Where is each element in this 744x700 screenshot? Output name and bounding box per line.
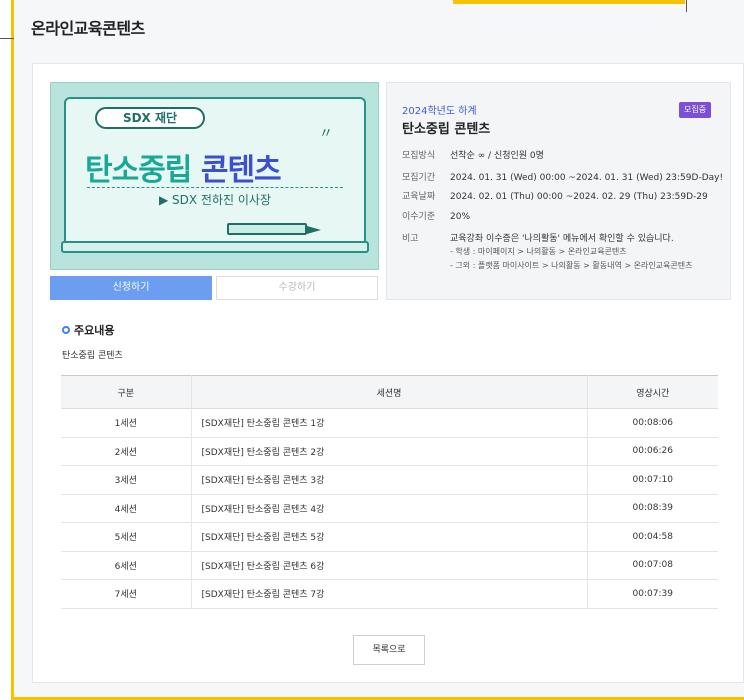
highlight-callout <box>453 0 685 4</box>
info-row-recruit-method: 모집방식 선착순 ∞ / 신청인원 0명 <box>402 148 544 161</box>
thumbnail-ledge <box>61 241 369 253</box>
session-name[interactable]: [SDX재단] 탄소중립 콘텐츠 7강 <box>191 579 588 609</box>
info-label: 비고 <box>402 234 419 244</box>
session-name[interactable]: [SDX재단] 탄소중립 콘텐츠 1강 <box>191 408 588 438</box>
video-time: 00:07:39 <box>587 579 718 609</box>
table-header-row: 구분 세션명 영상시간 <box>61 375 718 409</box>
info-row-recruit-period: 모집기간 2024. 01. 31 (Wed) 00:00 ~2024. 01. … <box>402 170 723 183</box>
session-number: 3세션 <box>61 465 192 495</box>
status-badge: 모집중 <box>679 102 712 118</box>
info-value: 교육강좌 이수증은 '나의활동' 메뉴에서 확인할 수 있습니다. <box>450 234 674 244</box>
video-time: 00:04:58 <box>587 522 718 552</box>
header-session-name: 세션명 <box>191 375 588 409</box>
course-title: 탄소중립 콘텐츠 <box>402 122 491 137</box>
session-number: 2세션 <box>61 437 192 466</box>
info-label: 모집기간 <box>402 173 436 183</box>
apply-button[interactable]: 신청하기 <box>50 276 212 300</box>
info-value: 선착순 ∞ / 신청인원 0명 <box>450 151 544 161</box>
session-name[interactable]: [SDX재단] 탄소중립 콘텐츠 5강 <box>191 522 588 552</box>
session-name[interactable]: [SDX재단] 탄소중립 콘텐츠 6강 <box>191 551 588 580</box>
header-category: 구분 <box>61 375 192 409</box>
video-time: 00:08:39 <box>587 494 718 523</box>
course-thumbnail: SDX 재단 〃 탄소중립 콘텐츠 ▶ SDX 전하진 이사장 <box>50 82 379 270</box>
info-row-edu-date: 교육날짜 2024. 02. 01 (Thu) 00:00 ~2024. 02. … <box>402 189 708 202</box>
thumbnail-pill: SDX 재단 <box>95 107 205 129</box>
session-number: 4세션 <box>61 494 192 523</box>
info-row-completion: 이수기준 20% <box>402 209 470 222</box>
info-note-student: - 학생 : 마이페이지 > 나의활동 > 온라인교육콘텐츠 <box>450 247 627 256</box>
video-time: 00:08:06 <box>587 408 718 438</box>
divider-line <box>0 38 14 39</box>
table-row[interactable]: 2세션 [SDX재단] 탄소중립 콘텐츠 2강 00:06:26 <box>61 437 718 466</box>
info-value: 2024. 02. 01 (Thu) 00:00 ~2024. 02. 29 (… <box>450 192 708 202</box>
section-heading: 주요내용 <box>62 322 114 338</box>
session-table: 구분 세션명 영상시간 1세션 [SDX재단] 탄소중립 콘텐츠 1강 00:08:… <box>61 375 718 609</box>
session-name[interactable]: [SDX재단] 탄소중립 콘텐츠 4강 <box>191 494 588 523</box>
session-number: 5세션 <box>61 522 192 552</box>
page-title: 온라인교육콘텐츠 <box>31 19 145 38</box>
info-note-others: - 그외 : 플랫폼 마이사이트 > 나의활동 > 활동내역 > 온라인교육콘텐… <box>450 261 693 270</box>
info-label: 이수기준 <box>402 212 436 222</box>
table-row[interactable]: 4세션 [SDX재단] 탄소중립 콘텐츠 4강 00:08:39 <box>61 494 718 523</box>
session-name[interactable]: [SDX재단] 탄소중립 콘텐츠 2강 <box>191 437 588 466</box>
video-time: 00:07:10 <box>587 465 718 495</box>
take-course-button[interactable]: 수강하기 <box>216 276 378 300</box>
session-number: 1세션 <box>61 408 192 438</box>
table-row[interactable]: 1세션 [SDX재단] 탄소중립 콘텐츠 1강 00:08:06 <box>61 408 718 438</box>
spark-icon: 〃 <box>319 126 333 142</box>
thumbnail-title: 탄소중립 콘텐츠 <box>85 145 282 189</box>
session-number: 6세션 <box>61 551 192 580</box>
video-time: 00:07:08 <box>587 551 718 580</box>
video-time: 00:06:26 <box>587 437 718 466</box>
table-row[interactable]: 7세션 [SDX재단] 탄소중립 콘텐츠 7강 00:07:39 <box>61 579 718 609</box>
thumbnail-title-part2: 콘텐츠 <box>200 153 282 188</box>
info-value: 2024. 01. 31 (Wed) 00:00 ~2024. 01. 31 (… <box>450 173 724 183</box>
thumbnail-title-part1: 탄소중립 <box>85 153 192 188</box>
session-name[interactable]: [SDX재단] 탄소중립 콘텐츠 3강 <box>191 465 588 495</box>
thumbnail-dash <box>87 187 343 188</box>
course-year: 2024학년도 하계 <box>402 106 477 117</box>
divider-tick <box>686 0 687 12</box>
info-value: 20% <box>450 212 471 222</box>
circle-bullet-icon <box>62 326 70 334</box>
info-label: 모집방식 <box>402 151 436 161</box>
session-number: 7세션 <box>61 579 192 609</box>
section-heading-text: 주요내용 <box>74 324 115 337</box>
info-label: 교육날짜 <box>402 192 436 202</box>
section-subtitle: 탄소중립 콘텐츠 <box>62 351 123 361</box>
table-row[interactable]: 5세션 [SDX재단] 탄소중립 콘텐츠 5강 00:04:58 <box>61 522 718 552</box>
thumbnail-subtitle: ▶ SDX 전하진 이사장 <box>159 193 271 207</box>
info-row-remarks: 비고 교육강좌 이수증은 '나의활동' 메뉴에서 확인할 수 있습니다. <box>402 231 674 244</box>
marker-icon <box>227 223 321 235</box>
table-row[interactable]: 3세션 [SDX재단] 탄소중립 콘텐츠 3강 00:07:10 <box>61 465 718 495</box>
table-row[interactable]: 6세션 [SDX재단] 탄소중립 콘텐츠 6강 00:07:08 <box>61 551 718 580</box>
back-to-list-button[interactable]: 목록으로 <box>353 635 425 665</box>
header-video-time: 영상시간 <box>587 375 718 409</box>
